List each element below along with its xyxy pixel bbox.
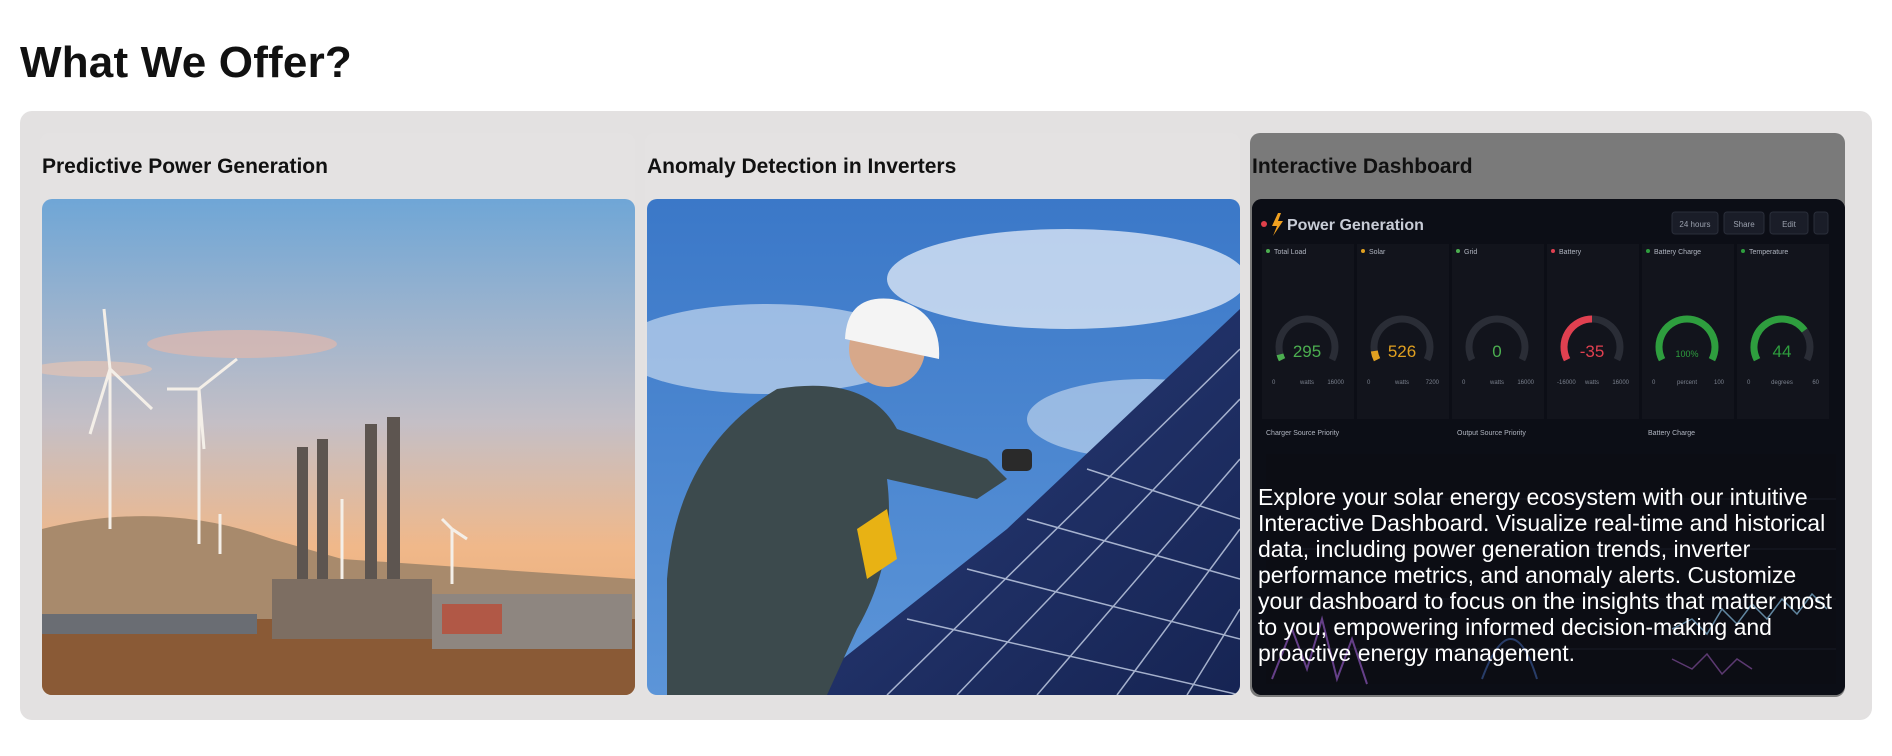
gauge-label: Solar (1369, 249, 1386, 256)
svg-text:16000: 16000 (1327, 380, 1344, 386)
svg-text:16000: 16000 (1517, 380, 1534, 386)
gauge-value: 295 (1293, 342, 1321, 361)
svg-text:watts: watts (1489, 380, 1504, 386)
svg-text:percent: percent (1677, 380, 1697, 386)
dashboard-section-label: Battery Charge (1648, 430, 1695, 437)
gauge-panel (1737, 244, 1829, 419)
dashboard-button-label: Edit (1782, 220, 1797, 229)
page-title: What We Offer? (20, 38, 352, 87)
svg-text:-16000: -16000 (1557, 380, 1576, 386)
more-menu-icon (1813, 211, 1829, 235)
dashboard-section-label: Output Source Priority (1457, 430, 1526, 437)
svg-text:watts: watts (1584, 380, 1599, 386)
offer-card-interactive-dashboard[interactable]: Interactive Dashboard Power Generation 2… (1250, 133, 1845, 697)
power-plant-image (42, 199, 635, 695)
svg-text:100: 100 (1714, 380, 1725, 386)
gauge-value: 0 (1492, 342, 1501, 361)
svg-text:watts: watts (1394, 380, 1409, 386)
gauge-panel (1262, 244, 1354, 419)
dashboard-screenshot: Power Generation 24 hours Share Edit Total… (1252, 199, 1845, 695)
offer-panel: Predictive Power Generation Anomaly Dete… (20, 111, 1872, 720)
gauge-label: Temperature (1749, 249, 1788, 256)
dashboard-section-label: Charger Source Priority (1266, 430, 1340, 437)
card-description: Explore your solar energy ecosystem with… (1258, 484, 1833, 666)
card-title: Interactive Dashboard (1252, 155, 1473, 178)
gauge-value: 44 (1773, 342, 1792, 361)
gauge-panel (1357, 244, 1449, 419)
gauge-fill (1276, 353, 1286, 362)
svg-text:degrees: degrees (1771, 380, 1793, 386)
gauge-label: Battery (1559, 249, 1582, 256)
offer-card-predictive-power[interactable]: Predictive Power Generation (40, 133, 635, 697)
gauge-panel (1642, 244, 1734, 419)
svg-text:7200: 7200 (1426, 380, 1440, 386)
svg-text:60: 60 (1812, 380, 1819, 386)
card-title: Anomaly Detection in Inverters (647, 155, 957, 178)
gauge-value: 100% (1675, 349, 1698, 359)
card-title: Predictive Power Generation (42, 155, 328, 178)
gauge-fill (1370, 350, 1381, 362)
dashboard-button-label: Share (1733, 220, 1755, 229)
dashboard-button-label: 24 hours (1679, 220, 1710, 229)
gauge-panel (1452, 244, 1544, 419)
gauge-value: 526 (1388, 342, 1416, 361)
svg-text:watts: watts (1299, 380, 1314, 386)
gauge-value: -35 (1580, 342, 1605, 361)
gauge-label: Grid (1464, 249, 1477, 256)
svg-text:16000: 16000 (1612, 380, 1629, 386)
gauge-panel (1547, 244, 1639, 419)
dashboard-title: Power Generation (1287, 217, 1424, 234)
gauge-label: Total Load (1274, 249, 1306, 256)
gauge-label: Battery Charge (1654, 249, 1701, 256)
solar-technician-image (647, 199, 1240, 695)
offer-card-anomaly-detection[interactable]: Anomaly Detection in Inverters (645, 133, 1240, 697)
